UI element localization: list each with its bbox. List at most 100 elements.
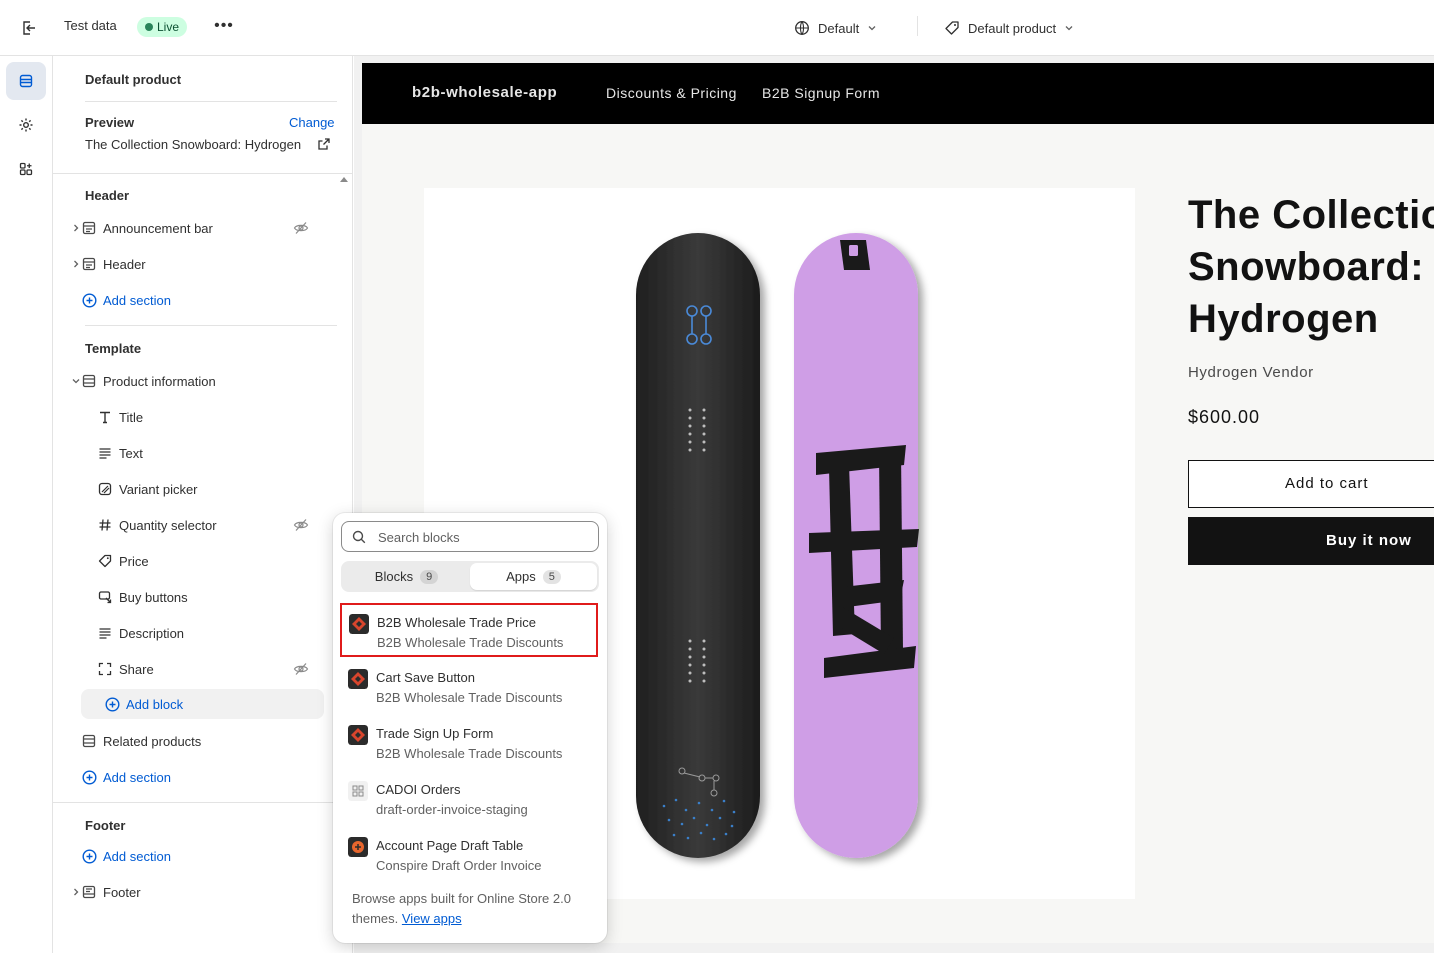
scroll-up-arrow[interactable] [340, 177, 348, 182]
chevron-down-icon [1065, 26, 1073, 31]
eye-hidden-icon[interactable] [293, 662, 309, 676]
app-block-item[interactable]: Trade Sign Up Form B2B Wholesale Trade D… [341, 716, 599, 770]
preview-label: Preview [85, 115, 135, 130]
nav-link-signup[interactable]: B2B Signup Form [762, 85, 880, 101]
search-blocks-input[interactable]: Search blocks [341, 521, 599, 552]
block-label: Description [119, 625, 185, 641]
chevron-right-icon[interactable] [70, 258, 82, 270]
block-label: Share [119, 661, 154, 677]
header-group-title: Header [85, 188, 130, 203]
plus-circle-icon [81, 769, 97, 785]
preview-change-link[interactable]: Change [289, 115, 335, 130]
tab-count: 9 [420, 569, 439, 584]
block-label: Title [119, 409, 144, 425]
preview-product-name: The Collection Snowboard: Hydrogen [85, 137, 302, 152]
plus-circle-icon [81, 848, 97, 864]
divider [85, 101, 337, 102]
block-variant-picker[interactable]: Variant picker [97, 474, 325, 504]
add-section-label: Add section [103, 848, 171, 864]
icon-rail [0, 56, 53, 953]
tag-icon [945, 21, 959, 35]
section-product-information[interactable]: Product information [72, 366, 325, 396]
section-related-products[interactable]: Related products [81, 726, 325, 756]
section-icon [81, 373, 97, 389]
app-block-item[interactable]: Account Page Draft Table Conspire Draft … [341, 828, 599, 882]
add-section-template-button[interactable]: Add section [81, 762, 325, 792]
share-icon [97, 661, 113, 677]
sections-icon[interactable] [6, 62, 46, 100]
plus-circle-icon [81, 292, 97, 308]
divider [53, 173, 353, 174]
buy-it-now-button[interactable]: Buy it now [1188, 517, 1434, 565]
app-block-item[interactable]: Cart Save Button B2B Wholesale Trade Dis… [341, 660, 599, 714]
theme-selector-label: Default [818, 20, 860, 36]
globe-icon [795, 21, 809, 35]
app-block-source: B2B Wholesale Trade Discounts [376, 690, 563, 705]
section-announcement-bar[interactable]: Announcement bar [74, 213, 325, 243]
tab-count: 5 [542, 569, 561, 584]
add-to-cart-button[interactable]: Add to cart [1188, 460, 1434, 508]
app-block-name: CADOI Orders [376, 782, 461, 797]
block-price[interactable]: Price [97, 546, 325, 576]
chevron-down-icon[interactable] [70, 375, 82, 387]
settings-icon[interactable] [6, 106, 46, 144]
view-apps-link[interactable]: View apps [402, 911, 462, 926]
live-badge: Live [137, 17, 188, 37]
popover-tabs: Blocks 9 Apps 5 [341, 561, 599, 592]
section-icon [81, 733, 97, 749]
block-buy-buttons[interactable]: Buy buttons [97, 582, 325, 612]
more-actions-button[interactable]: ••• [212, 16, 236, 40]
hash-icon [97, 517, 113, 533]
theme-selector[interactable]: Default [794, 16, 877, 40]
divider [85, 325, 337, 326]
chevron-right-icon[interactable] [70, 222, 82, 234]
conspire-app-icon [348, 837, 368, 857]
app-block-source: B2B Wholesale Trade Discounts [376, 746, 563, 761]
section-label: Related products [103, 733, 202, 749]
eye-hidden-icon[interactable] [293, 221, 309, 235]
app-block-item[interactable]: B2B Wholesale Trade Price B2B Wholesale … [340, 603, 598, 657]
browse-apps-note: Browse apps built for Online Store 2.0 t… [352, 889, 596, 929]
nav-link-discounts[interactable]: Discounts & Pricing [606, 85, 737, 101]
add-section-label: Add section [103, 769, 171, 785]
chevron-right-icon[interactable] [70, 886, 82, 898]
exit-icon[interactable] [18, 17, 40, 39]
external-link-icon[interactable] [317, 137, 331, 151]
tab-label: Apps [506, 569, 536, 584]
block-label: Variant picker [119, 481, 198, 497]
block-label: Quantity selector [119, 517, 217, 533]
product-vendor: Hydrogen Vendor [1188, 364, 1314, 381]
block-share[interactable]: Share [97, 654, 325, 684]
section-icon [81, 220, 97, 236]
template-group-title: Template [85, 341, 142, 356]
app-block-source: draft-order-invoice-staging [376, 802, 528, 817]
app-block-name: Cart Save Button [376, 670, 475, 685]
app-block-source: Conspire Draft Order Invoice [376, 858, 542, 873]
block-title[interactable]: Title [97, 402, 325, 432]
eye-hidden-icon[interactable] [293, 518, 309, 532]
section-header[interactable]: Header [74, 249, 325, 279]
divider [53, 802, 353, 803]
tab-apps[interactable]: Apps 5 [470, 563, 597, 590]
add-section-header-button[interactable]: Add section [81, 285, 325, 315]
add-block-button[interactable]: Add block [81, 689, 324, 719]
text-title-icon [97, 409, 113, 425]
template-selector-label: Default product [968, 20, 1057, 36]
add-section-footer-button[interactable]: Add section [81, 841, 325, 871]
app-block-item[interactable]: CADOI Orders draft-order-invoice-staging [341, 772, 599, 826]
store-header: b2b-wholesale-app Discounts & Pricing B2… [362, 63, 1434, 124]
block-text[interactable]: Text [97, 438, 325, 468]
price-tag-icon [97, 553, 113, 569]
block-quantity-selector[interactable]: Quantity selector [97, 510, 325, 540]
block-description[interactable]: Description [97, 618, 325, 648]
section-footer[interactable]: Footer [74, 877, 325, 907]
variant-icon [97, 481, 113, 497]
store-brand[interactable]: b2b-wholesale-app [412, 84, 557, 101]
tab-blocks[interactable]: Blocks 9 [343, 563, 470, 590]
sections-sidebar: Default product Preview Change The Colle… [53, 56, 353, 953]
add-section-label: Add section [103, 292, 171, 308]
chevron-down-icon [868, 26, 876, 31]
template-selector[interactable]: Default product [944, 16, 1074, 40]
apps-icon[interactable] [6, 150, 46, 188]
app-block-source: B2B Wholesale Trade Discounts [377, 635, 564, 650]
